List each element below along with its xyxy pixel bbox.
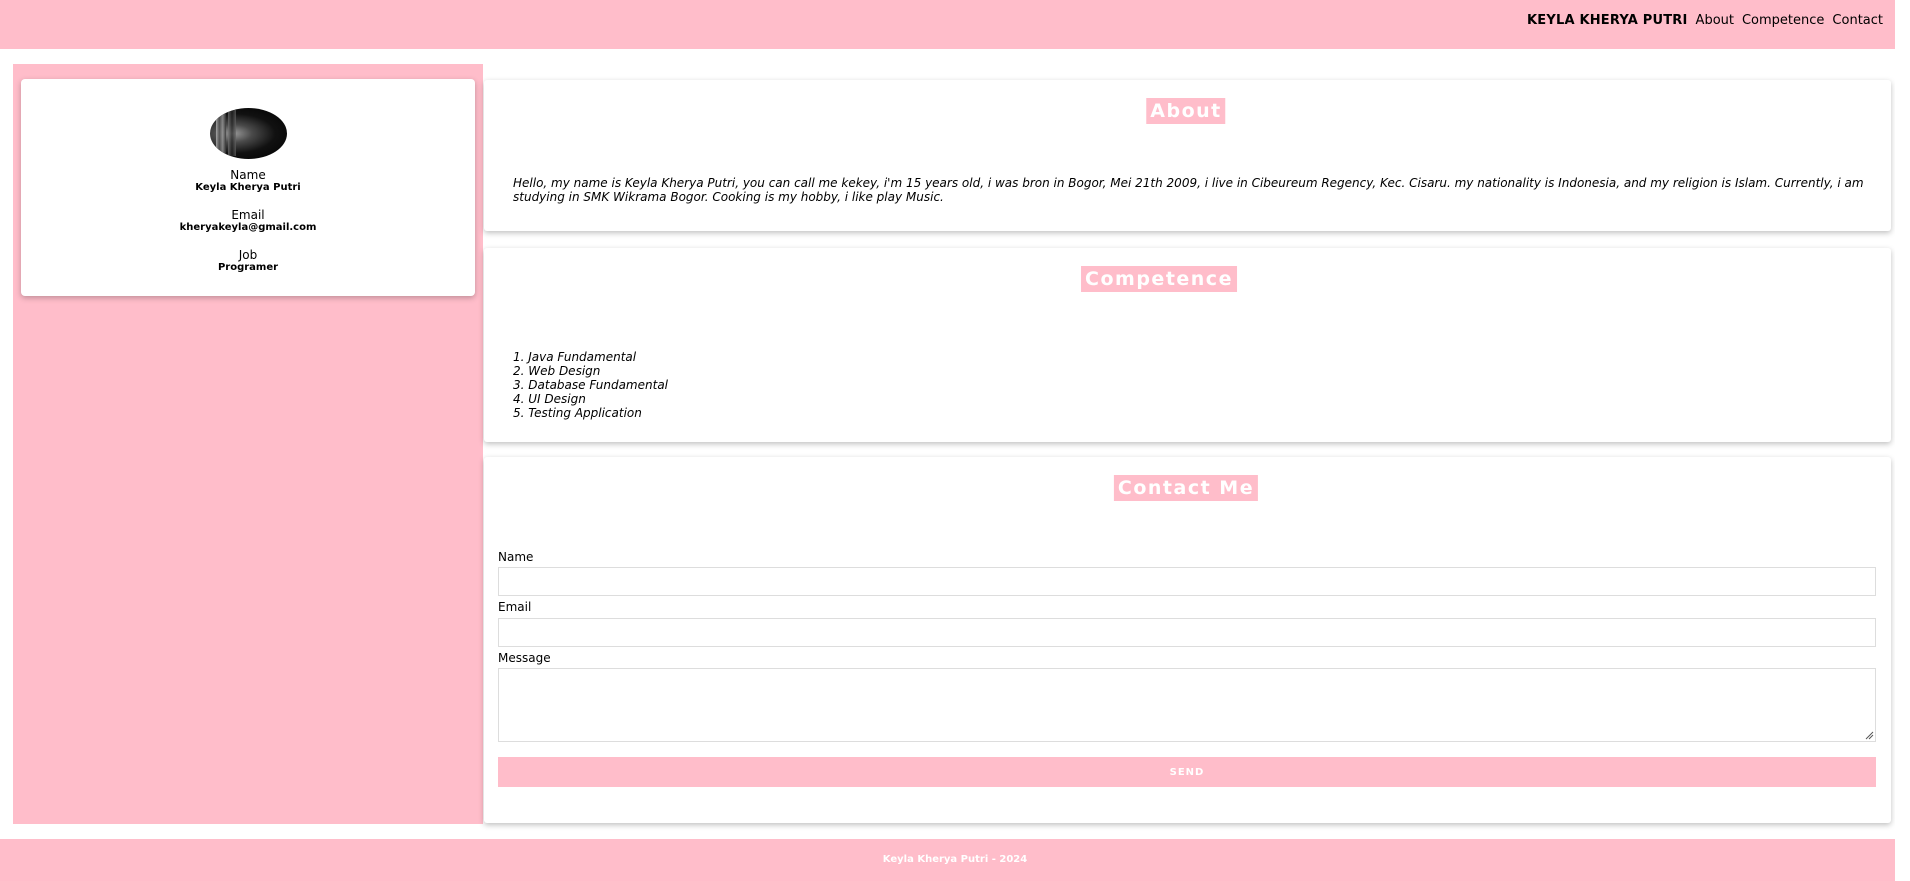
list-item: 4. UI Design [513, 392, 586, 406]
message-field-label: Message [498, 651, 551, 665]
about-text: Hello, my name is Keyla Kherya Putri, yo… [513, 176, 1864, 204]
name-field[interactable] [498, 567, 1876, 596]
top-navbar: KEYLA KHERYA PUTRI About Competence Cont… [0, 0, 1910, 49]
message-field[interactable] [498, 668, 1876, 742]
nav-menu: KEYLA KHERYA PUTRI About Competence Cont… [1527, 13, 1883, 28]
list-item: 2. Web Design [513, 364, 601, 378]
job-value: Programer [217, 262, 279, 273]
send-button[interactable]: SEND [498, 757, 1876, 787]
email-field-label: Email [498, 600, 532, 614]
list-item: 3. Database Fundamental [513, 378, 669, 392]
brand-title: KEYLA KHERYA PUTRI [1527, 13, 1688, 28]
footer: Keyla Kherya Putri - 2024 [0, 839, 1910, 881]
contact-title: Contact Me [1113, 475, 1259, 501]
resize-handle-icon[interactable] [1864, 730, 1874, 740]
contact-section: Contact Me Name Email Message SEND [484, 457, 1891, 823]
email-value: kheryakeyla@gmail.com [179, 222, 317, 233]
email-field[interactable] [498, 618, 1876, 647]
nav-link-about[interactable]: About [1696, 13, 1734, 28]
job-label: Job [238, 248, 258, 262]
competence-section: Competence 1. Java Fundamental 2. Web De… [484, 248, 1891, 442]
competence-list: 1. Java Fundamental 2. Web Design 3. Dat… [513, 350, 668, 420]
about-title: About [1146, 98, 1226, 124]
profile-card: Name Keyla Kherya Putri Email kheryakeyl… [21, 79, 475, 296]
name-value: Keyla Kherya Putri [195, 182, 301, 193]
name-field-label: Name [498, 550, 534, 564]
name-label: Name [230, 168, 266, 182]
nav-link-contact[interactable]: Contact [1832, 13, 1883, 28]
about-section: About Hello, my name is Keyla Kherya Put… [484, 80, 1891, 231]
email-label: Email [231, 208, 265, 222]
list-item: 1. Java Fundamental [513, 350, 637, 364]
scrollbar[interactable] [1895, 0, 1910, 881]
competence-title: Competence [1081, 266, 1237, 292]
avatar [210, 108, 287, 159]
list-item: 5. Testing Application [513, 406, 642, 420]
nav-link-competence[interactable]: Competence [1742, 13, 1824, 28]
